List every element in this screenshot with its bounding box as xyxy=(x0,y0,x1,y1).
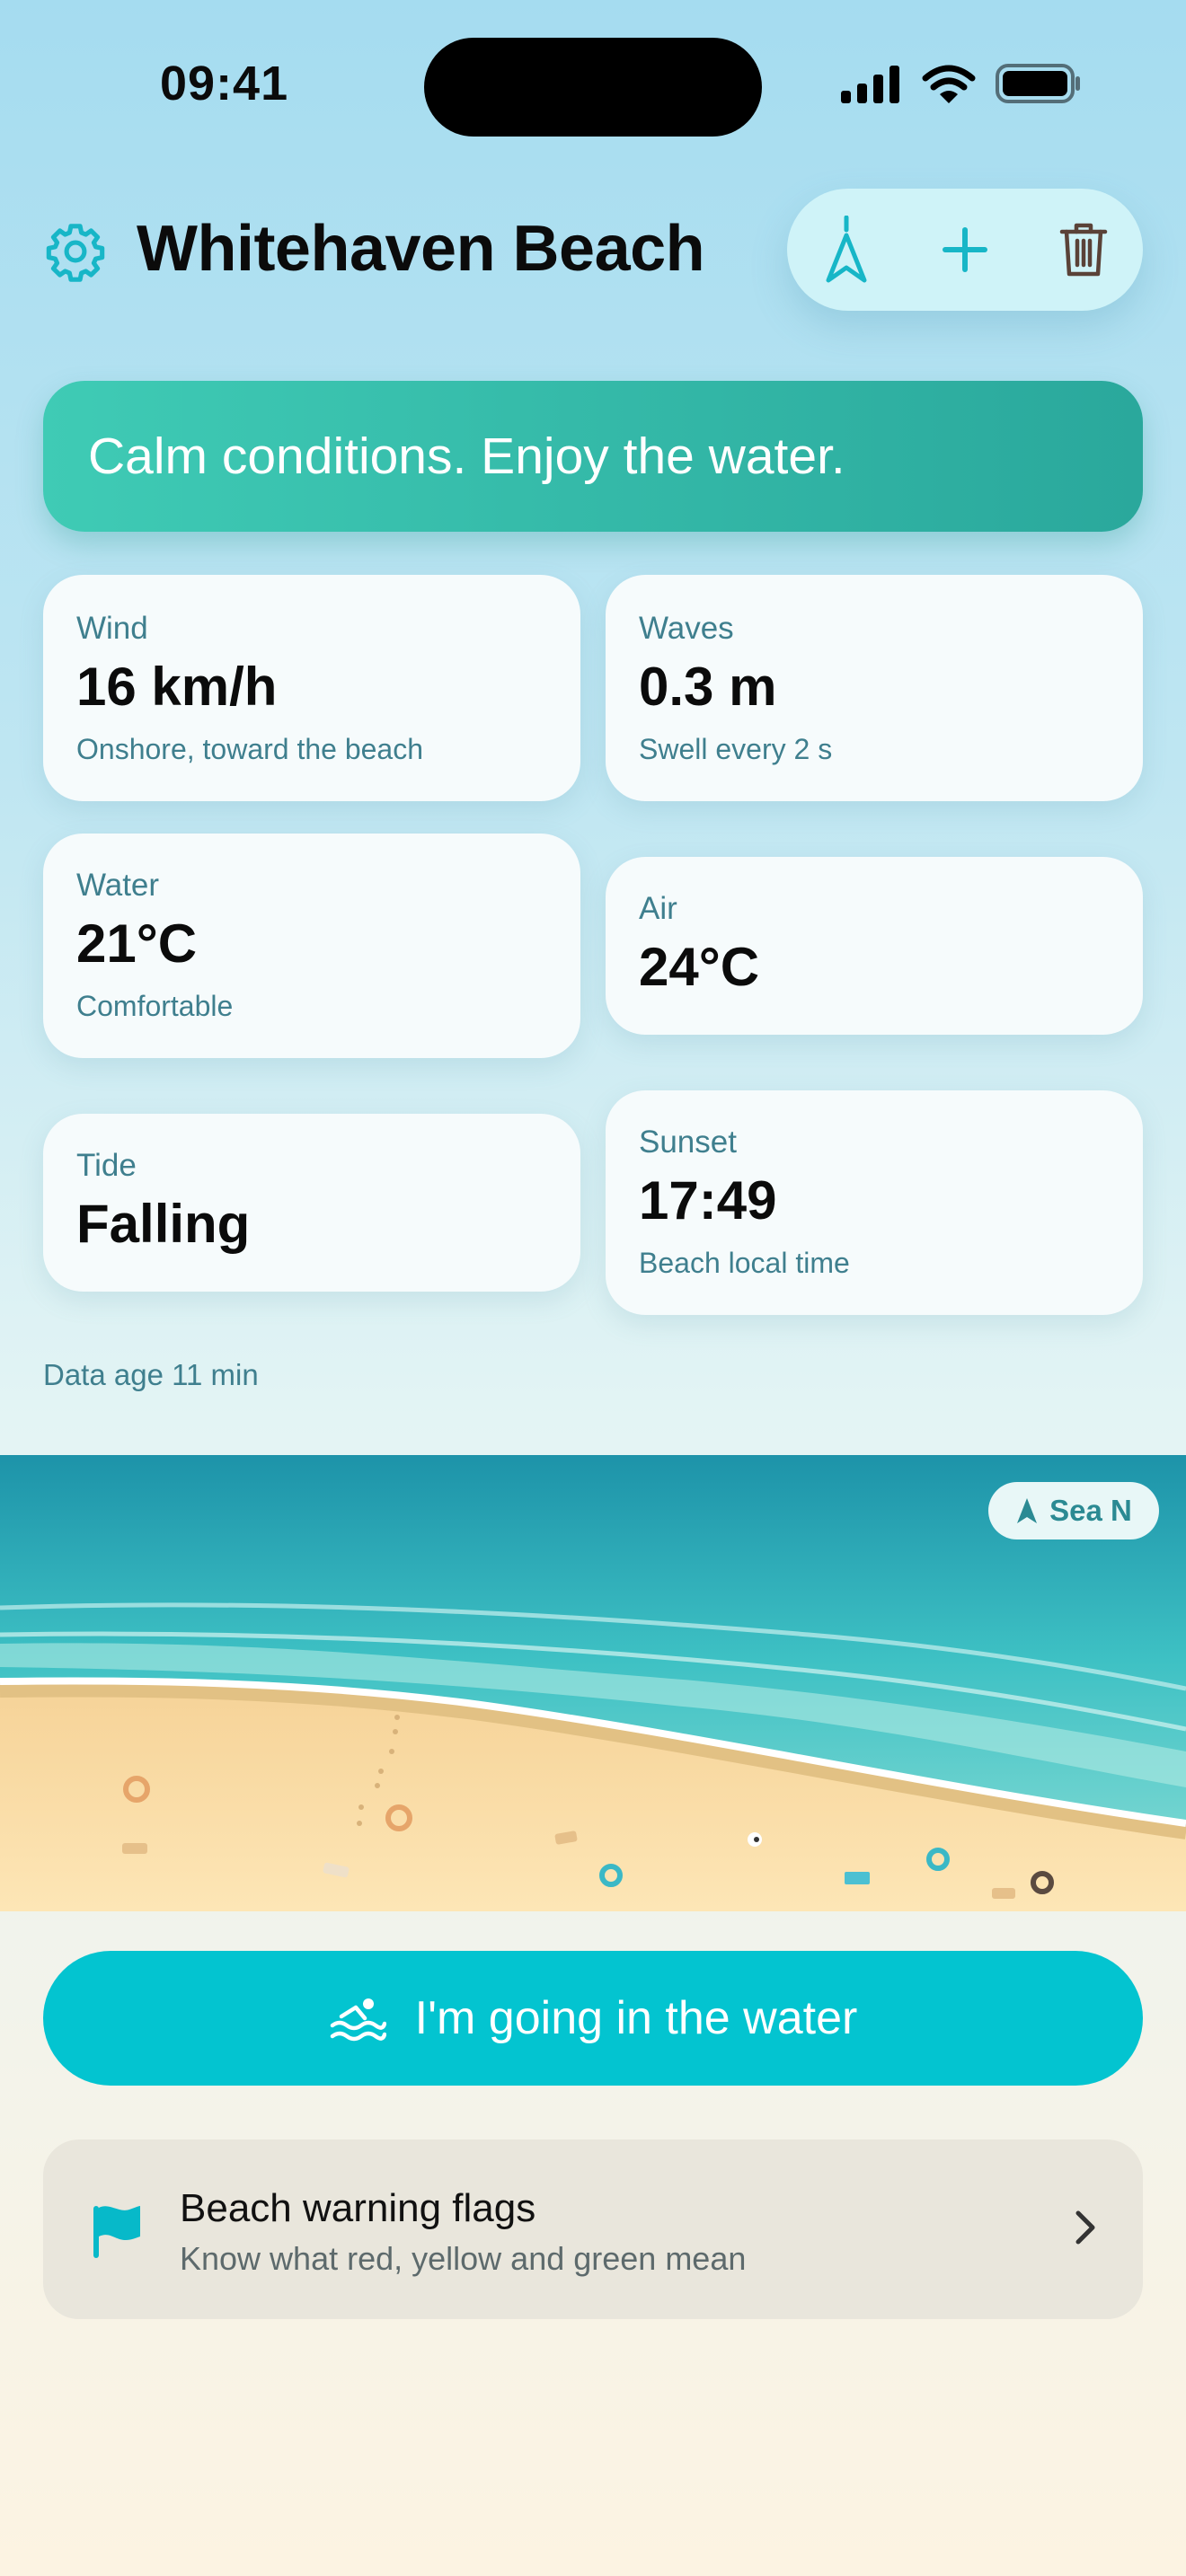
wifi-icon xyxy=(922,65,976,103)
add-button[interactable] xyxy=(925,209,1005,290)
conditions-text: Calm conditions. Enjoy the water. xyxy=(88,428,845,485)
chevron-right-icon xyxy=(1075,2210,1095,2245)
waves-sub: Swell every 2 s xyxy=(639,733,833,765)
navigate-button[interactable] xyxy=(806,209,887,290)
wind-label: Wind xyxy=(76,611,148,646)
status-icons xyxy=(839,63,1082,104)
water-sub: Comfortable xyxy=(76,990,234,1022)
flags-title: Beach warning flags xyxy=(180,2186,536,2230)
page-title: Whitehaven Beach xyxy=(137,213,705,285)
swimmer-icon xyxy=(330,1998,386,2042)
tide-value: Falling xyxy=(76,1194,251,1254)
going-in-water-label: I'm going in the water xyxy=(414,1992,858,2044)
tide-card: Tide Falling xyxy=(43,1114,580,1292)
battery-icon xyxy=(996,64,1080,103)
water-label: Water xyxy=(76,868,160,903)
sunset-label: Sunset xyxy=(639,1125,737,1160)
flag-icon xyxy=(93,2206,140,2258)
sunset-sub: Beach local time xyxy=(639,1247,850,1279)
water-value: 21°C xyxy=(76,913,198,974)
beach-warning-flags-row[interactable]: Beach warning flags Know what red, yello… xyxy=(43,2139,1143,2319)
sea-direction-label: Sea N xyxy=(1049,1494,1132,1527)
tide-label: Tide xyxy=(76,1148,137,1183)
sunset-value: 17:49 xyxy=(639,1170,777,1231)
water-card: Water 21°C Comfortable xyxy=(43,834,580,1058)
going-in-water-button[interactable]: I'm going in the water xyxy=(43,1951,1143,2086)
conditions-banner: Calm conditions. Enjoy the water. xyxy=(43,381,1143,532)
air-label: Air xyxy=(639,891,677,926)
navigation-arrow-icon xyxy=(1017,1498,1038,1523)
flags-subtitle: Know what red, yellow and green mean xyxy=(180,2240,747,2277)
sea-direction-chip: Sea N xyxy=(988,1482,1159,1539)
status-time: 09:41 xyxy=(160,57,289,110)
wind-sub: Onshore, toward the beach xyxy=(76,733,424,765)
header-toolbar xyxy=(787,189,1143,311)
trash-icon xyxy=(1059,223,1108,277)
data-age: Data age 11 min xyxy=(43,1358,259,1391)
plus-icon xyxy=(943,227,987,272)
gear-icon[interactable] xyxy=(43,219,108,284)
navigation-arrow-icon xyxy=(826,216,867,283)
wind-value: 16 km/h xyxy=(76,657,278,717)
wind-card: Wind 16 km/h Onshore, toward the beach xyxy=(43,575,580,801)
dynamic-island xyxy=(424,38,762,137)
waves-label: Waves xyxy=(639,611,734,646)
air-value: 24°C xyxy=(639,937,760,997)
waves-card: Waves 0.3 m Swell every 2 s xyxy=(606,575,1143,801)
waves-value: 0.3 m xyxy=(639,657,777,717)
signal-icon xyxy=(841,66,899,103)
delete-button[interactable] xyxy=(1043,209,1124,290)
sunset-card: Sunset 17:49 Beach local time xyxy=(606,1090,1143,1315)
air-card: Air 24°C xyxy=(606,857,1143,1035)
